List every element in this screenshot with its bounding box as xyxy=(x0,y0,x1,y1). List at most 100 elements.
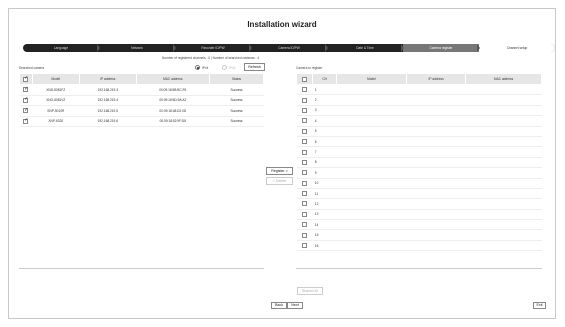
register-button[interactable]: Register > xyxy=(266,167,293,175)
ch-cell: 1 xyxy=(312,84,337,96)
ch-cell: 8 xyxy=(312,157,337,169)
table-row[interactable]: 13 xyxy=(296,209,542,221)
ipv6-radio[interactable] xyxy=(222,65,227,70)
table-row[interactable]: 12 xyxy=(296,198,542,210)
table-row[interactable]: 8 xyxy=(296,157,542,169)
table-row[interactable]: SNP-9010R 192.168.219.5 00:09:18:48:D2:0… xyxy=(19,105,264,117)
toreg-select-all-header[interactable] xyxy=(295,73,314,85)
ch-cell: 6 xyxy=(312,136,337,148)
table-row[interactable]: 10 xyxy=(296,178,542,189)
ch-cell: 13 xyxy=(312,209,337,221)
table-row[interactable]: 2 xyxy=(296,94,542,106)
ch-cell: 14 xyxy=(312,219,337,231)
searched-camera-table: Model IP address MAC address Status XND-… xyxy=(19,73,264,127)
mac-cell: 00:09:18:5B:BC:F6 xyxy=(136,84,210,96)
row-checkbox[interactable] xyxy=(302,232,308,238)
model-cell: SNP-9010R xyxy=(32,105,80,117)
row-checkbox[interactable] xyxy=(302,180,308,186)
model-cell: XNP-6320 xyxy=(32,116,80,127)
table-row[interactable]: 7 xyxy=(296,146,542,158)
table-row[interactable]: 9 xyxy=(296,167,542,179)
col-mac-address: MAC address xyxy=(135,73,211,85)
row-checkbox[interactable] xyxy=(23,86,28,93)
col-mac-address: MAC address xyxy=(465,73,542,85)
exit-button[interactable]: Exit xyxy=(533,302,546,309)
model-cell: XND-8081FZ xyxy=(32,84,80,96)
table-row[interactable]: 11 xyxy=(296,188,542,200)
ch-cell: 11 xyxy=(312,188,337,200)
row-checkbox[interactable] xyxy=(302,211,308,217)
row-checkbox[interactable] xyxy=(302,97,308,103)
delete-button[interactable]: < Delete xyxy=(266,177,293,185)
table-row[interactable]: 3 xyxy=(296,105,542,117)
registration-count-text: Number of registered channels : 0 | Numb… xyxy=(162,56,260,60)
wizard-title: Installation wizard xyxy=(247,20,317,29)
col-model: Model xyxy=(335,73,407,85)
mac-cell: 00:09:18:48:D2:0D xyxy=(136,105,210,117)
searched-camera-label: Searched camera xyxy=(19,66,45,70)
step-channel-setup: Channel setup xyxy=(477,44,555,52)
row-checkbox[interactable] xyxy=(302,222,308,228)
table-row[interactable]: 15 xyxy=(296,229,542,241)
row-checkbox[interactable] xyxy=(23,117,28,124)
status-cell: Success xyxy=(209,105,264,117)
ch-cell: 16 xyxy=(312,240,337,252)
refresh-button[interactable]: Refresh xyxy=(244,63,265,71)
table-row[interactable]: 5 xyxy=(296,126,542,137)
row-checkbox[interactable] xyxy=(302,170,308,176)
row-checkbox[interactable] xyxy=(302,118,308,124)
shared-id-button[interactable]: Shared ID xyxy=(297,287,323,295)
ch-cell: 4 xyxy=(312,115,337,127)
table-row[interactable]: 6 xyxy=(296,136,542,148)
ip-cell: 192.168.219.4 xyxy=(79,95,137,106)
toreg-select-all-checkbox[interactable] xyxy=(302,76,308,82)
ch-cell: 3 xyxy=(312,105,337,117)
next-button[interactable]: Next xyxy=(287,302,303,309)
ch-cell: 12 xyxy=(312,198,337,210)
row-checkbox[interactable] xyxy=(302,139,308,145)
row-checkbox[interactable] xyxy=(302,149,308,155)
select-all-checkbox[interactable] xyxy=(23,75,28,82)
table-row[interactable]: XNO-8081VZ 192.168.219.4 00:09:18:5D:9A:… xyxy=(19,95,264,106)
col-ip-address: IP address xyxy=(79,73,137,85)
row-checkbox[interactable] xyxy=(23,107,28,114)
table-row[interactable]: 16 xyxy=(296,240,542,252)
toreg-panel-divider xyxy=(296,268,542,269)
col-ch: CH xyxy=(312,73,337,85)
step-language: Language xyxy=(53,46,69,50)
step-network: Network xyxy=(97,44,175,52)
table-row[interactable]: 1 xyxy=(296,84,542,96)
ch-cell: 15 xyxy=(312,229,337,241)
back-button[interactable]: Back xyxy=(271,302,287,309)
status-cell: Success xyxy=(209,84,264,96)
step-camera-id-pw: Camera ID/PW xyxy=(249,44,327,52)
select-all-header[interactable] xyxy=(19,73,33,85)
ipv4-option[interactable]: IPv4 xyxy=(195,65,208,70)
row-checkbox[interactable] xyxy=(302,159,308,165)
row-checkbox[interactable] xyxy=(23,96,28,103)
table-row[interactable]: XND-8081FZ 192.168.219.3 00:09:18:5B:BC:… xyxy=(19,84,264,96)
row-checkbox[interactable] xyxy=(302,128,308,134)
status-cell: Success xyxy=(209,116,264,127)
mac-cell: 00:09:18:5D:9A:A2 xyxy=(136,95,210,106)
step-camera-register: Camera register xyxy=(401,44,479,52)
ipv6-label: IPv6 xyxy=(229,65,236,70)
row-checkbox[interactable] xyxy=(302,191,308,197)
col-status: Status xyxy=(209,73,264,85)
row-checkbox[interactable] xyxy=(302,87,308,93)
ip-cell: 192.168.219.5 xyxy=(79,105,137,117)
col-model: Model xyxy=(31,73,81,85)
ch-cell: 2 xyxy=(312,94,337,106)
ip-cell: 192.168.219.6 xyxy=(79,116,137,127)
table-row[interactable]: XNP-6320 192.168.219.6 00:09:18:52:9F:D8… xyxy=(19,116,264,127)
mac-cell: 00:09:18:52:9F:D8 xyxy=(136,116,210,127)
table-row[interactable]: 14 xyxy=(296,219,542,231)
table-row[interactable]: 4 xyxy=(296,115,542,127)
status-cell: Success xyxy=(209,95,264,106)
row-checkbox[interactable] xyxy=(302,201,308,207)
row-checkbox[interactable] xyxy=(302,243,308,249)
ipv6-option[interactable]: IPv6 xyxy=(222,65,235,70)
ipv4-radio[interactable] xyxy=(195,65,200,70)
col-ip-address: IP address xyxy=(405,73,467,85)
row-checkbox[interactable] xyxy=(302,107,308,113)
